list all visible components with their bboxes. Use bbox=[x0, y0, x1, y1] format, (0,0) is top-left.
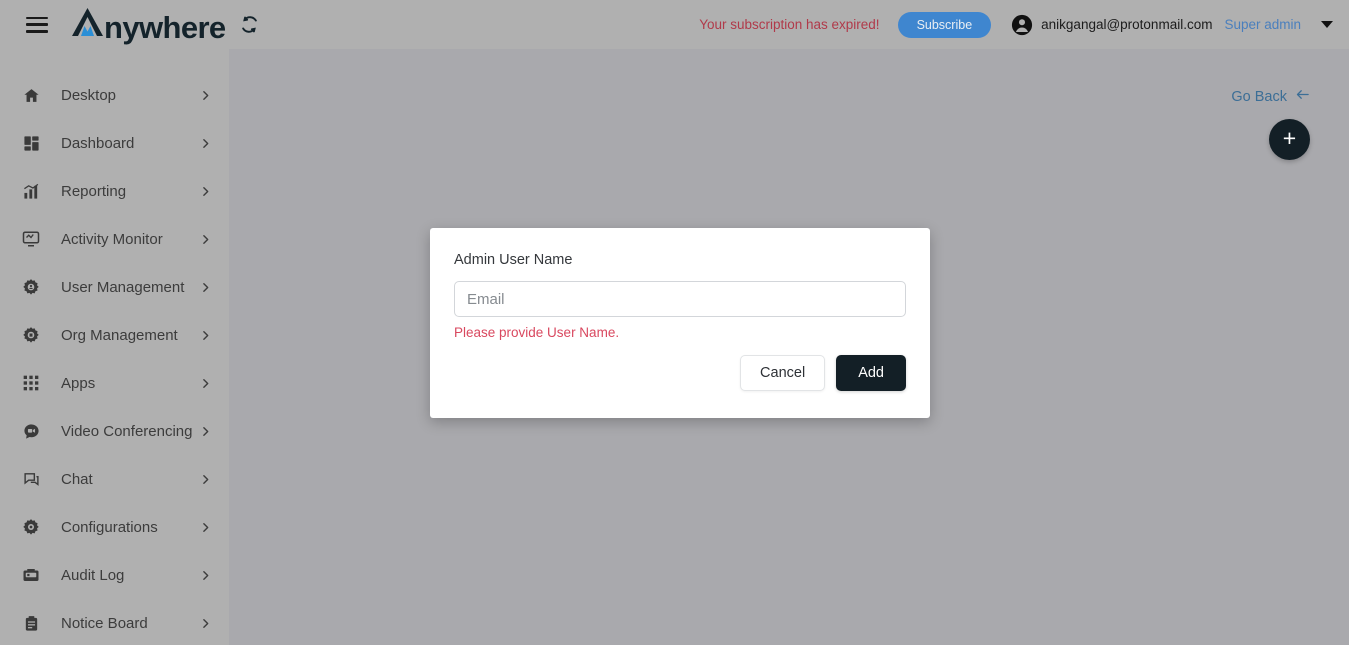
add-admin-modal: Admin User Name Please provide User Name… bbox=[430, 228, 930, 418]
admin-email-input[interactable] bbox=[454, 281, 906, 317]
modal-action-buttons: Cancel Add bbox=[740, 355, 906, 391]
cancel-button[interactable]: Cancel bbox=[740, 355, 826, 391]
validation-error-message: Please provide User Name. bbox=[454, 325, 620, 340]
add-button[interactable]: Add bbox=[836, 355, 906, 391]
admin-user-name-label: Admin User Name bbox=[454, 252, 573, 268]
